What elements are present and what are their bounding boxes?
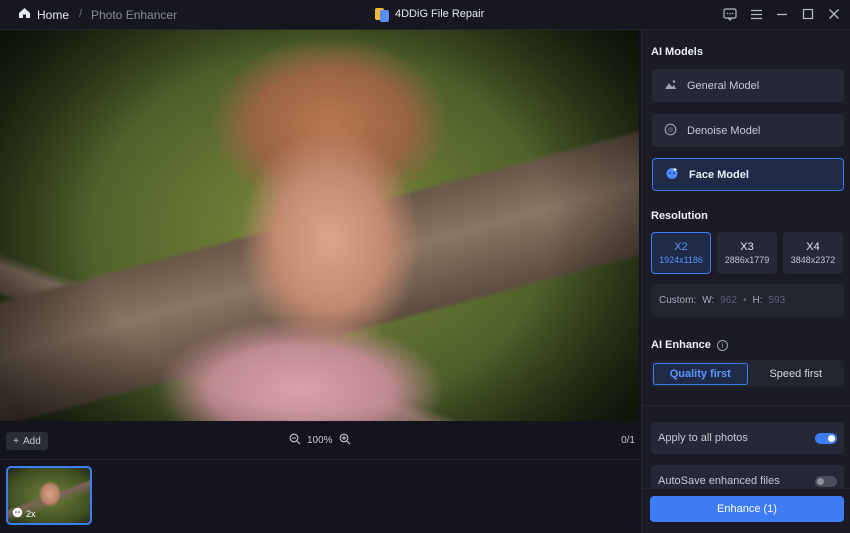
resolution-x4[interactable]: X4 3848x2372	[783, 232, 843, 274]
height-label: H:	[752, 295, 763, 306]
resolution-title: Resolution	[651, 210, 708, 222]
zoom-level: 100%	[307, 435, 333, 446]
apply-all-label: Apply to all photos	[658, 432, 748, 444]
plus-icon: +	[13, 435, 20, 447]
close-icon[interactable]	[826, 6, 842, 22]
enhance-button[interactable]: Enhance (1)	[650, 496, 844, 522]
minimize-icon[interactable]	[774, 6, 790, 22]
autosave-toggle[interactable]	[815, 475, 837, 487]
width-label: W:	[702, 295, 715, 306]
maximize-icon[interactable]	[800, 6, 816, 22]
info-icon[interactable]: i	[716, 339, 728, 351]
enhance-footer: Enhance (1)	[642, 488, 850, 533]
general-model-label: General Model	[687, 79, 760, 92]
ai-models-title: AI Models	[651, 46, 703, 58]
resolution-x3[interactable]: X3 2886x1779	[717, 232, 777, 274]
zoom-in-icon[interactable]	[339, 433, 351, 448]
thumbnail-scale: 2x	[26, 508, 36, 519]
add-button[interactable]: + Add	[6, 432, 48, 450]
menu-icon[interactable]	[748, 6, 764, 22]
denoise-model-option[interactable]: Denoise Model	[652, 114, 844, 147]
face-icon	[665, 166, 679, 183]
speed-first-option[interactable]: Speed first	[750, 363, 843, 385]
photo-counter: 0/1	[621, 435, 635, 446]
landscape-icon	[664, 79, 677, 93]
resolution-scale: X2	[674, 241, 688, 253]
resolution-scale: X3	[740, 241, 754, 253]
app-logo-icon	[375, 6, 389, 22]
ai-enhance-label: AI Enhance	[651, 339, 711, 351]
resolution-dims: 2886x1779	[724, 255, 770, 265]
enhance-mode-selector: Quality first Speed first	[651, 360, 844, 387]
zoom-controls: 100%	[289, 433, 351, 448]
resolution-dims: 1924x1186	[659, 255, 703, 265]
breadcrumb-separator: /	[79, 8, 83, 20]
photo-thumbnail[interactable]: 2x	[6, 466, 92, 525]
resolution-x2[interactable]: X2 1924x1186	[651, 232, 711, 274]
dimension-separator: •	[742, 295, 747, 306]
face-model-label: Face Model	[689, 168, 749, 181]
autosave-label: AutoSave enhanced files	[658, 475, 780, 487]
breadcrumb-current: Photo Enhancer	[91, 8, 178, 22]
zoom-out-icon[interactable]	[289, 433, 301, 448]
custom-label: Custom:	[659, 295, 697, 306]
resolution-dims: 3848x2372	[790, 255, 836, 265]
preview-toolbar: + Add 100% 0/1	[0, 430, 639, 452]
home-icon	[18, 7, 31, 22]
home-button[interactable]: Home	[18, 7, 69, 22]
app-title: 4DDiG File Repair	[375, 6, 484, 22]
resolution-scale: X4	[806, 241, 820, 253]
apply-all-toggle[interactable]	[815, 432, 837, 444]
panel-divider	[642, 405, 850, 406]
quality-first-option[interactable]: Quality first	[653, 362, 748, 385]
apply-all-row: Apply to all photos	[651, 422, 844, 454]
app-name: 4DDiG File Repair	[395, 8, 485, 20]
title-bar: Home / Photo Enhancer 4DDiG File Repair	[0, 0, 850, 30]
denoise-model-label: Denoise Model	[687, 124, 761, 137]
feedback-icon[interactable]	[722, 6, 738, 22]
thumbnail-badge: 2x	[12, 507, 36, 520]
photo-preview[interactable]	[0, 30, 639, 421]
home-label: Home	[37, 7, 70, 22]
face-icon	[12, 507, 23, 520]
divider	[0, 459, 639, 460]
custom-resolution: Custom: W: 962 • H: 593	[651, 284, 844, 317]
face-model-option[interactable]: Face Model	[652, 158, 844, 191]
ai-enhance-title: AI Enhance i	[651, 339, 728, 351]
width-input[interactable]: 962	[720, 295, 737, 306]
add-label: Add	[23, 435, 41, 447]
settings-panel: AI Models General Model Denoise Model Fa…	[641, 30, 850, 533]
height-input[interactable]: 593	[768, 295, 785, 306]
circle-icon	[664, 123, 677, 139]
general-model-option[interactable]: General Model	[652, 69, 844, 102]
